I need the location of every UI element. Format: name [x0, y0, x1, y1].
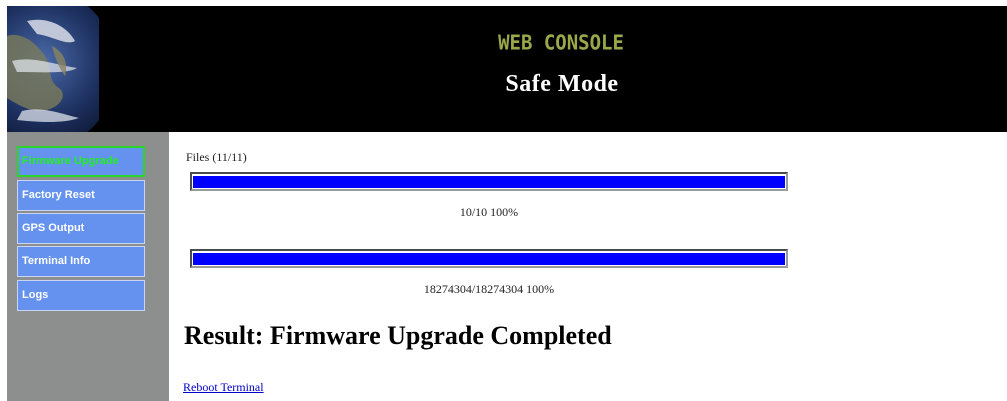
page-title: Safe Mode	[505, 71, 619, 97]
files-progress-bar	[190, 172, 788, 191]
sidebar-item-firmware-upgrade[interactable]: Firmware Upgrade	[17, 146, 145, 177]
bytes-progress-fill	[193, 253, 785, 265]
sidebar-item-terminal-info[interactable]: Terminal Info	[17, 246, 145, 277]
sidebar-item-gps-output[interactable]: GPS Output	[17, 213, 145, 244]
files-progress-text: 10/10 100%	[459, 205, 519, 219]
app-brand-title: WEB CONSOLE	[498, 31, 624, 55]
bytes-progress-bar	[190, 249, 788, 268]
result-heading: Result: Firmware Upgrade Completed	[184, 321, 612, 350]
reboot-terminal-link[interactable]: Reboot Terminal	[183, 380, 264, 395]
files-count-label: Files (11/11)	[186, 150, 247, 164]
header: WEB CONSOLE Safe Mode	[7, 6, 1007, 132]
main-content: Files (11/11) 10/10 100% 18274304/182743…	[183, 132, 1003, 401]
sidebar-item-factory-reset[interactable]: Factory Reset	[17, 180, 145, 211]
bytes-progress-text: 18274304/18274304 100%	[423, 282, 555, 296]
files-progress-fill	[193, 176, 785, 188]
globe-icon	[7, 6, 99, 132]
sidebar: Firmware Upgrade Factory Reset GPS Outpu…	[7, 132, 169, 401]
sidebar-item-logs[interactable]: Logs	[17, 280, 145, 311]
